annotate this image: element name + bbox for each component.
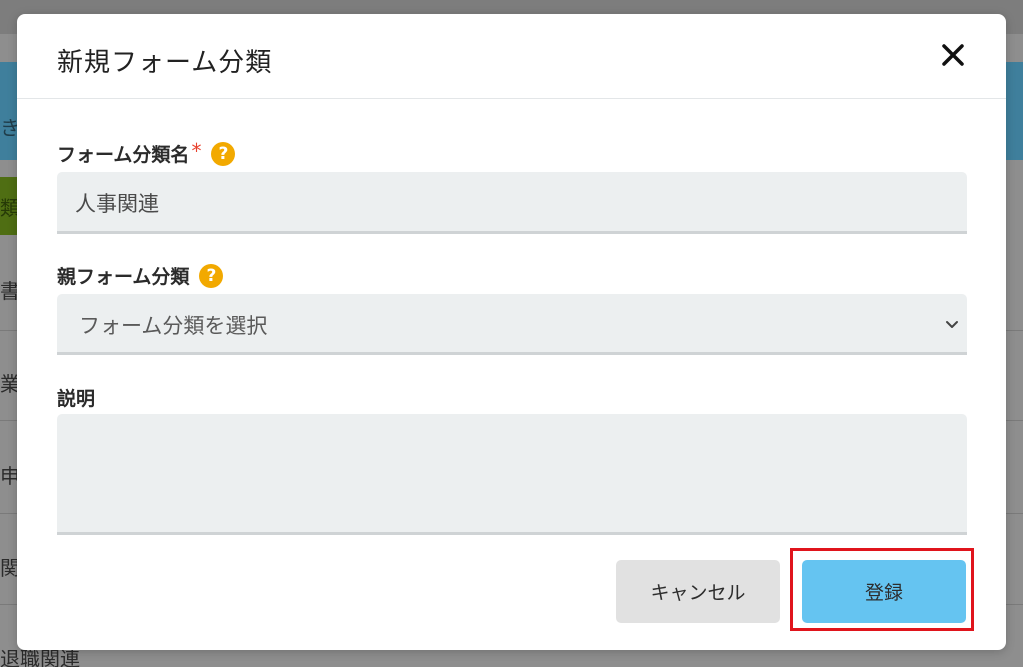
category-name-input[interactable]: 人事関連 <box>57 172 967 234</box>
required-marker: * <box>191 138 202 163</box>
description-label: 説明 <box>57 388 96 410</box>
close-icon <box>942 44 964 66</box>
parent-category-label: 親フォーム分類 <box>57 266 190 288</box>
register-button[interactable]: 登録 <box>802 560 966 623</box>
category-name-label-row: フォーム分類名 * ? <box>57 138 236 167</box>
cancel-button[interactable]: キャンセル <box>616 560 780 623</box>
register-button-label: 登録 <box>864 582 903 604</box>
help-icon[interactable]: ? <box>199 263 224 288</box>
category-name-label: フォーム分類名 <box>57 144 190 166</box>
description-label-row: 説明 <box>57 384 95 411</box>
parent-category-select[interactable]: フォーム分類を選択 <box>57 294 967 355</box>
dialog-header: 新規フォーム分類 <box>17 14 1006 99</box>
cancel-button-label: キャンセル <box>650 582 746 604</box>
parent-category-label-row: 親フォーム分類 ? <box>57 262 224 289</box>
dialog-title: 新規フォーム分類 <box>57 48 273 78</box>
help-icon[interactable]: ? <box>211 141 236 166</box>
category-name-value: 人事関連 <box>75 192 159 216</box>
close-button[interactable] <box>936 38 970 72</box>
parent-category-selected: フォーム分類を選択 <box>79 314 268 338</box>
chevron-down-icon <box>946 321 958 328</box>
description-textarea[interactable] <box>57 414 967 535</box>
new-form-category-dialog: 新規フォーム分類 フォーム分類名 * ? 人事関連 親フォーム分類 ? フォーム… <box>17 14 1006 650</box>
